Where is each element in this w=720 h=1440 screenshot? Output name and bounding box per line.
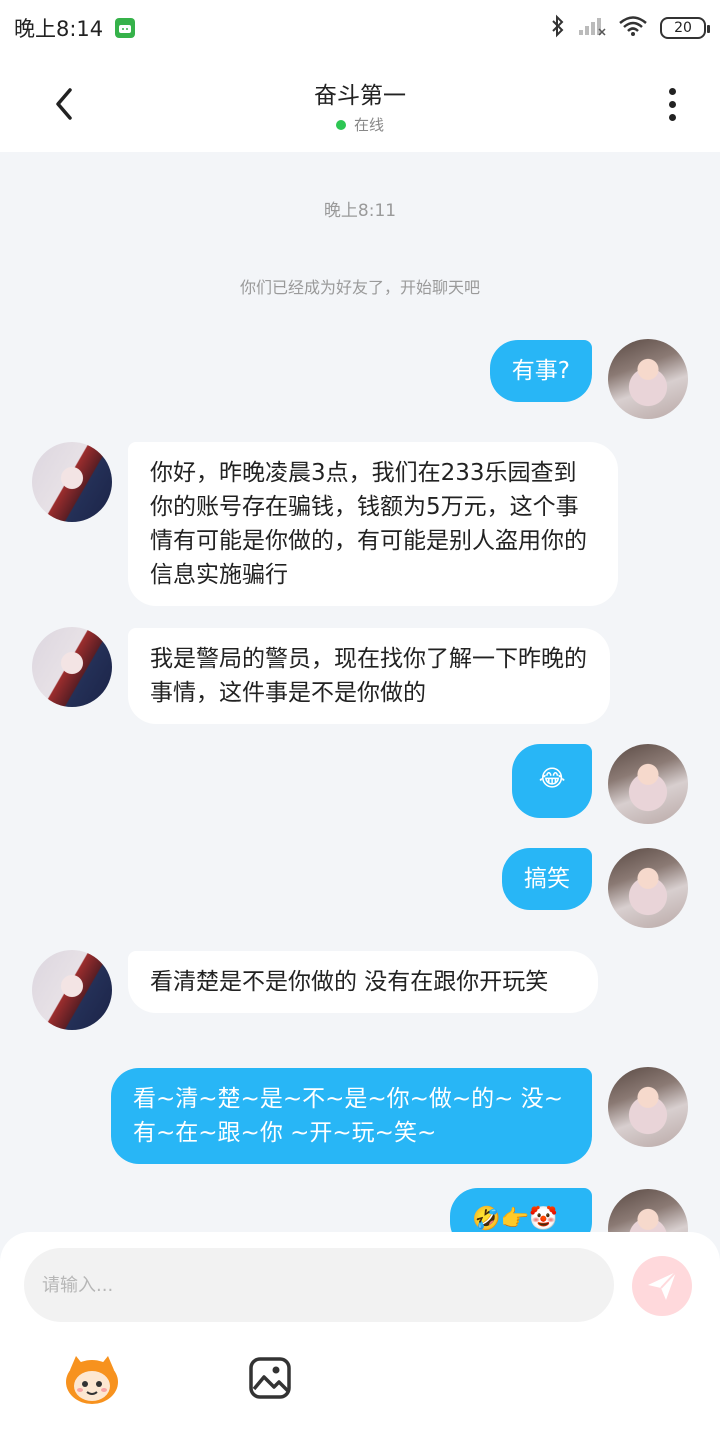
- status-bar: 晚上8:14 20: [0, 0, 720, 56]
- my-avatar[interactable]: [608, 848, 688, 928]
- emoji-sticker-button[interactable]: [60, 1352, 124, 1408]
- my-message-bubble[interactable]: 🤣👉🤡: [450, 1188, 592, 1232]
- status-time: 晚上8:14: [14, 17, 104, 41]
- contact-name: 奋斗第一: [314, 83, 406, 109]
- more-dot-icon: [668, 100, 676, 108]
- online-status-text: 在线: [353, 116, 384, 134]
- more-dot-icon: [668, 113, 676, 121]
- mascot-emoji-icon: [66, 1356, 118, 1404]
- image-picker-button[interactable]: [246, 1354, 294, 1402]
- message-input[interactable]: [24, 1248, 614, 1322]
- chat-header: 奋斗第一 在线: [0, 56, 720, 152]
- my-message-bubble[interactable]: 看~清~楚~是~不~是~你~做~的~ 没~有~在~跟~你 ~开~玩~笑~: [111, 1068, 592, 1164]
- bluetooth-icon: [550, 14, 566, 42]
- message-timestamp: 晚上8:11: [323, 201, 397, 221]
- title-block: 奋斗第一 在线: [0, 76, 720, 135]
- my-message-bubble[interactable]: 有事?: [489, 340, 592, 402]
- more-dot-icon: [668, 87, 676, 95]
- battery-indicator: 20: [660, 17, 710, 39]
- online-dot-icon: [335, 119, 346, 130]
- chat-messages[interactable]: 晚上8:11 你们已经成为好友了，开始聊天吧 有事? 你好，昨晚凌晨3点，我们在…: [0, 152, 720, 1232]
- contact-message-bubble[interactable]: 看清楚是不是你做的 没有在跟你开玩笑: [128, 951, 598, 1013]
- contact-avatar[interactable]: [32, 627, 112, 707]
- online-status: 在线: [0, 114, 720, 135]
- input-panel: [0, 1232, 720, 1440]
- contact-message-bubble[interactable]: 你好，昨晚凌晨3点，我们在233乐园查到你的账号存在骗钱，钱额为5万元，这个事情…: [128, 442, 618, 606]
- my-message-bubble[interactable]: 搞笑: [502, 848, 592, 910]
- my-avatar[interactable]: [608, 1067, 688, 1147]
- status-left: 晚上8:14: [14, 13, 136, 43]
- contact-message-bubble[interactable]: 我是警局的警员，现在找你了解一下昨晚的事情，这件事是不是你做的: [128, 628, 610, 724]
- status-right: 20: [550, 14, 710, 42]
- my-avatar[interactable]: [608, 1189, 688, 1232]
- contact-avatar[interactable]: [32, 442, 112, 522]
- more-options-button[interactable]: [652, 80, 692, 128]
- send-icon: [648, 1271, 677, 1300]
- contact-avatar[interactable]: [32, 950, 112, 1030]
- my-avatar[interactable]: [608, 339, 688, 419]
- signal-icon: [578, 15, 606, 41]
- my-message-bubble[interactable]: 😂: [512, 744, 592, 818]
- android-notification-icon: [115, 18, 136, 38]
- system-message: 你们已经成为好友了，开始聊天吧: [239, 278, 480, 297]
- wifi-icon: [618, 15, 648, 41]
- image-icon: [249, 1357, 291, 1399]
- my-avatar[interactable]: [608, 744, 688, 824]
- send-button[interactable]: [632, 1256, 692, 1316]
